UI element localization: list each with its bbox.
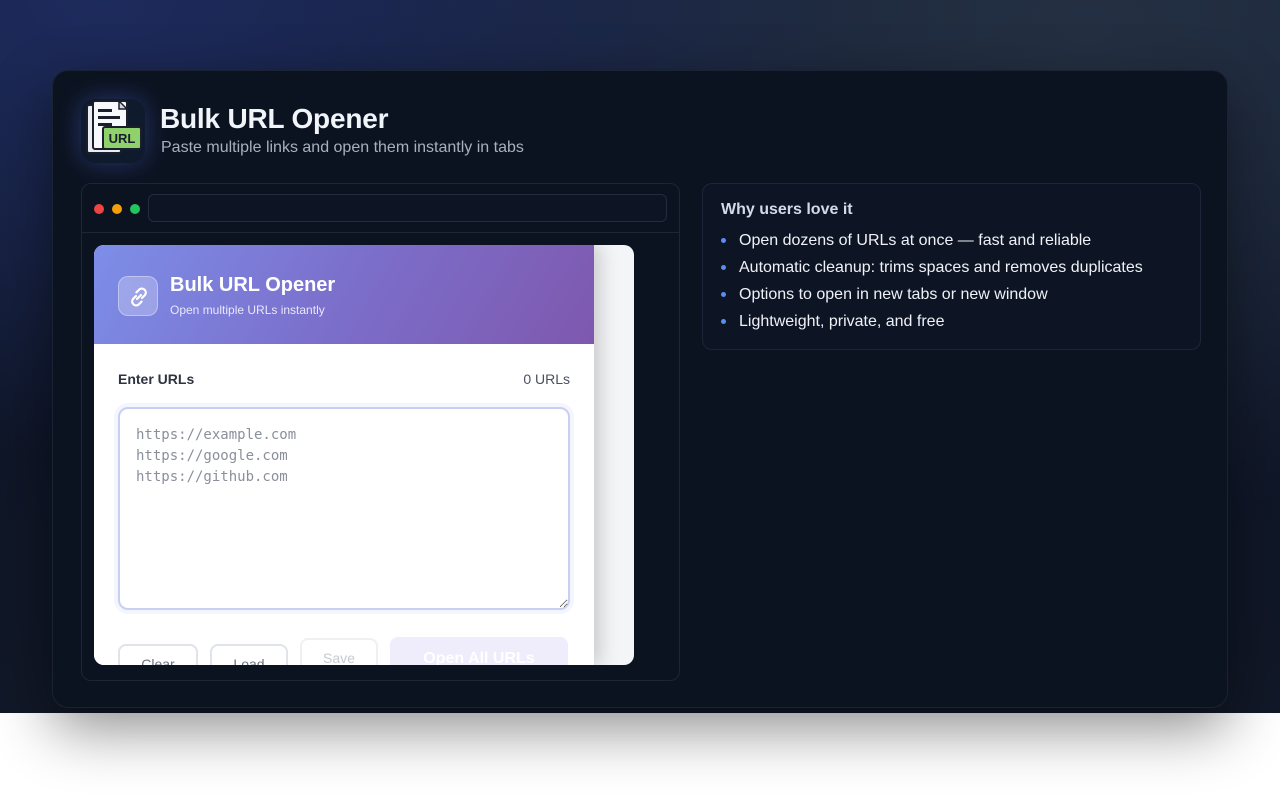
- document-url-icon: URL: [81, 99, 145, 163]
- browser-mockup: Bulk URL Opener Open multiple URLs insta…: [81, 183, 680, 681]
- page-title: Bulk URL Opener: [160, 103, 389, 134]
- load-button[interactable]: Load: [210, 644, 288, 665]
- open-all-button[interactable]: Open All URLs: [390, 637, 568, 665]
- browser-toolbar: [82, 184, 679, 233]
- popup-header: Bulk URL Opener Open multiple URLs insta…: [94, 245, 594, 344]
- list-item: Options to open in new tabs or new windo…: [721, 284, 1143, 311]
- page-subtitle: Paste multiple links and open them insta…: [161, 139, 524, 156]
- promo-card: URL Bulk URL Opener Paste multiple links…: [52, 70, 1228, 708]
- urls-field-label: Enter URLs: [118, 371, 195, 387]
- bullet-icon: [721, 265, 726, 270]
- feature-text: Open dozens of URLs at once — fast and r…: [739, 232, 1092, 249]
- window-maximize-icon[interactable]: [130, 204, 140, 214]
- url-count: 0 URLs: [523, 371, 570, 387]
- link-icon: [118, 276, 158, 316]
- window-close-icon[interactable]: [94, 204, 104, 214]
- list-item: Open dozens of URLs at once — fast and r…: [721, 230, 1143, 257]
- popup-title: Bulk URL Opener: [170, 274, 336, 296]
- bullet-icon: [721, 292, 726, 297]
- list-item: Lightweight, private, and free: [721, 311, 1143, 338]
- urls-textarea[interactable]: [118, 407, 570, 610]
- features-title: Why users love it: [721, 201, 853, 218]
- bullet-icon: [721, 319, 726, 324]
- logo-badge-text: URL: [109, 131, 136, 146]
- clear-button[interactable]: Clear: [118, 644, 198, 665]
- extension-popup-frame: Bulk URL Opener Open multiple URLs insta…: [94, 245, 634, 665]
- bullet-icon: [721, 238, 726, 243]
- save-button[interactable]: Save: [300, 638, 378, 665]
- window-minimize-icon[interactable]: [112, 204, 122, 214]
- features-list: Open dozens of URLs at once — fast and r…: [721, 230, 1143, 338]
- list-item: Automatic cleanup: trims spaces and remo…: [721, 257, 1143, 284]
- address-bar[interactable]: [148, 194, 667, 222]
- features-panel: Why users love it Open dozens of URLs at…: [702, 183, 1201, 350]
- feature-text: Automatic cleanup: trims spaces and remo…: [739, 259, 1143, 276]
- feature-text: Options to open in new tabs or new windo…: [739, 286, 1048, 303]
- feature-text: Lightweight, private, and free: [739, 313, 945, 330]
- popup-subtitle: Open multiple URLs instantly: [170, 303, 325, 317]
- extension-popup: Bulk URL Opener Open multiple URLs insta…: [94, 245, 594, 665]
